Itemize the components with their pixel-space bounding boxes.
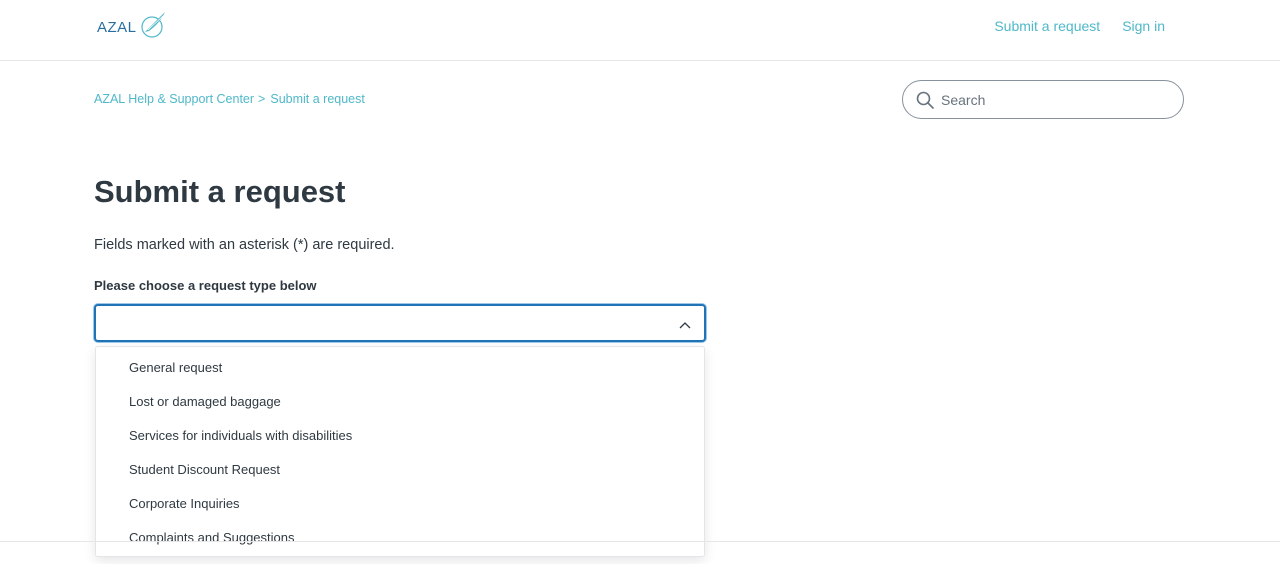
request-type-label: Please choose a request type below bbox=[94, 278, 317, 293]
request-type-select[interactable] bbox=[94, 304, 706, 342]
header-nav: Submit a request Sign in bbox=[994, 18, 1165, 34]
search-input[interactable] bbox=[941, 89, 1171, 111]
option-student-discount[interactable]: Student Discount Request bbox=[96, 453, 704, 487]
search-icon bbox=[916, 91, 934, 114]
request-type-dropdown: General request Lost or damaged baggage … bbox=[95, 346, 705, 557]
page-title: Submit a request bbox=[94, 174, 346, 209]
logo-bird-icon bbox=[139, 10, 167, 45]
footer-divider bbox=[0, 541, 1280, 542]
option-corporate-inquiries[interactable]: Corporate Inquiries bbox=[96, 487, 704, 521]
azal-logo[interactable]: AZAL bbox=[97, 11, 167, 43]
breadcrumb-home-link[interactable]: AZAL Help & Support Center bbox=[94, 92, 254, 106]
option-lost-damaged-baggage[interactable]: Lost or damaged baggage bbox=[96, 385, 704, 419]
option-general-request[interactable]: General request bbox=[96, 351, 704, 385]
option-complaints-suggestions[interactable]: Complaints and Suggestions bbox=[96, 521, 704, 555]
submit-request-link[interactable]: Submit a request bbox=[994, 18, 1100, 34]
site-header: AZAL Submit a request Sign in bbox=[0, 0, 1280, 61]
option-disabilities-services[interactable]: Services for individuals with disabiliti… bbox=[96, 419, 704, 453]
breadcrumb: AZAL Help & Support Center > Submit a re… bbox=[94, 92, 365, 106]
search-box[interactable] bbox=[902, 80, 1184, 119]
breadcrumb-separator: > bbox=[258, 92, 266, 106]
breadcrumb-current-link[interactable]: Submit a request bbox=[270, 92, 365, 106]
chevron-up-icon bbox=[679, 318, 691, 336]
sign-in-link[interactable]: Sign in bbox=[1122, 18, 1165, 34]
logo-text: AZAL bbox=[97, 18, 137, 36]
required-fields-note: Fields marked with an asterisk (*) are r… bbox=[94, 237, 395, 253]
